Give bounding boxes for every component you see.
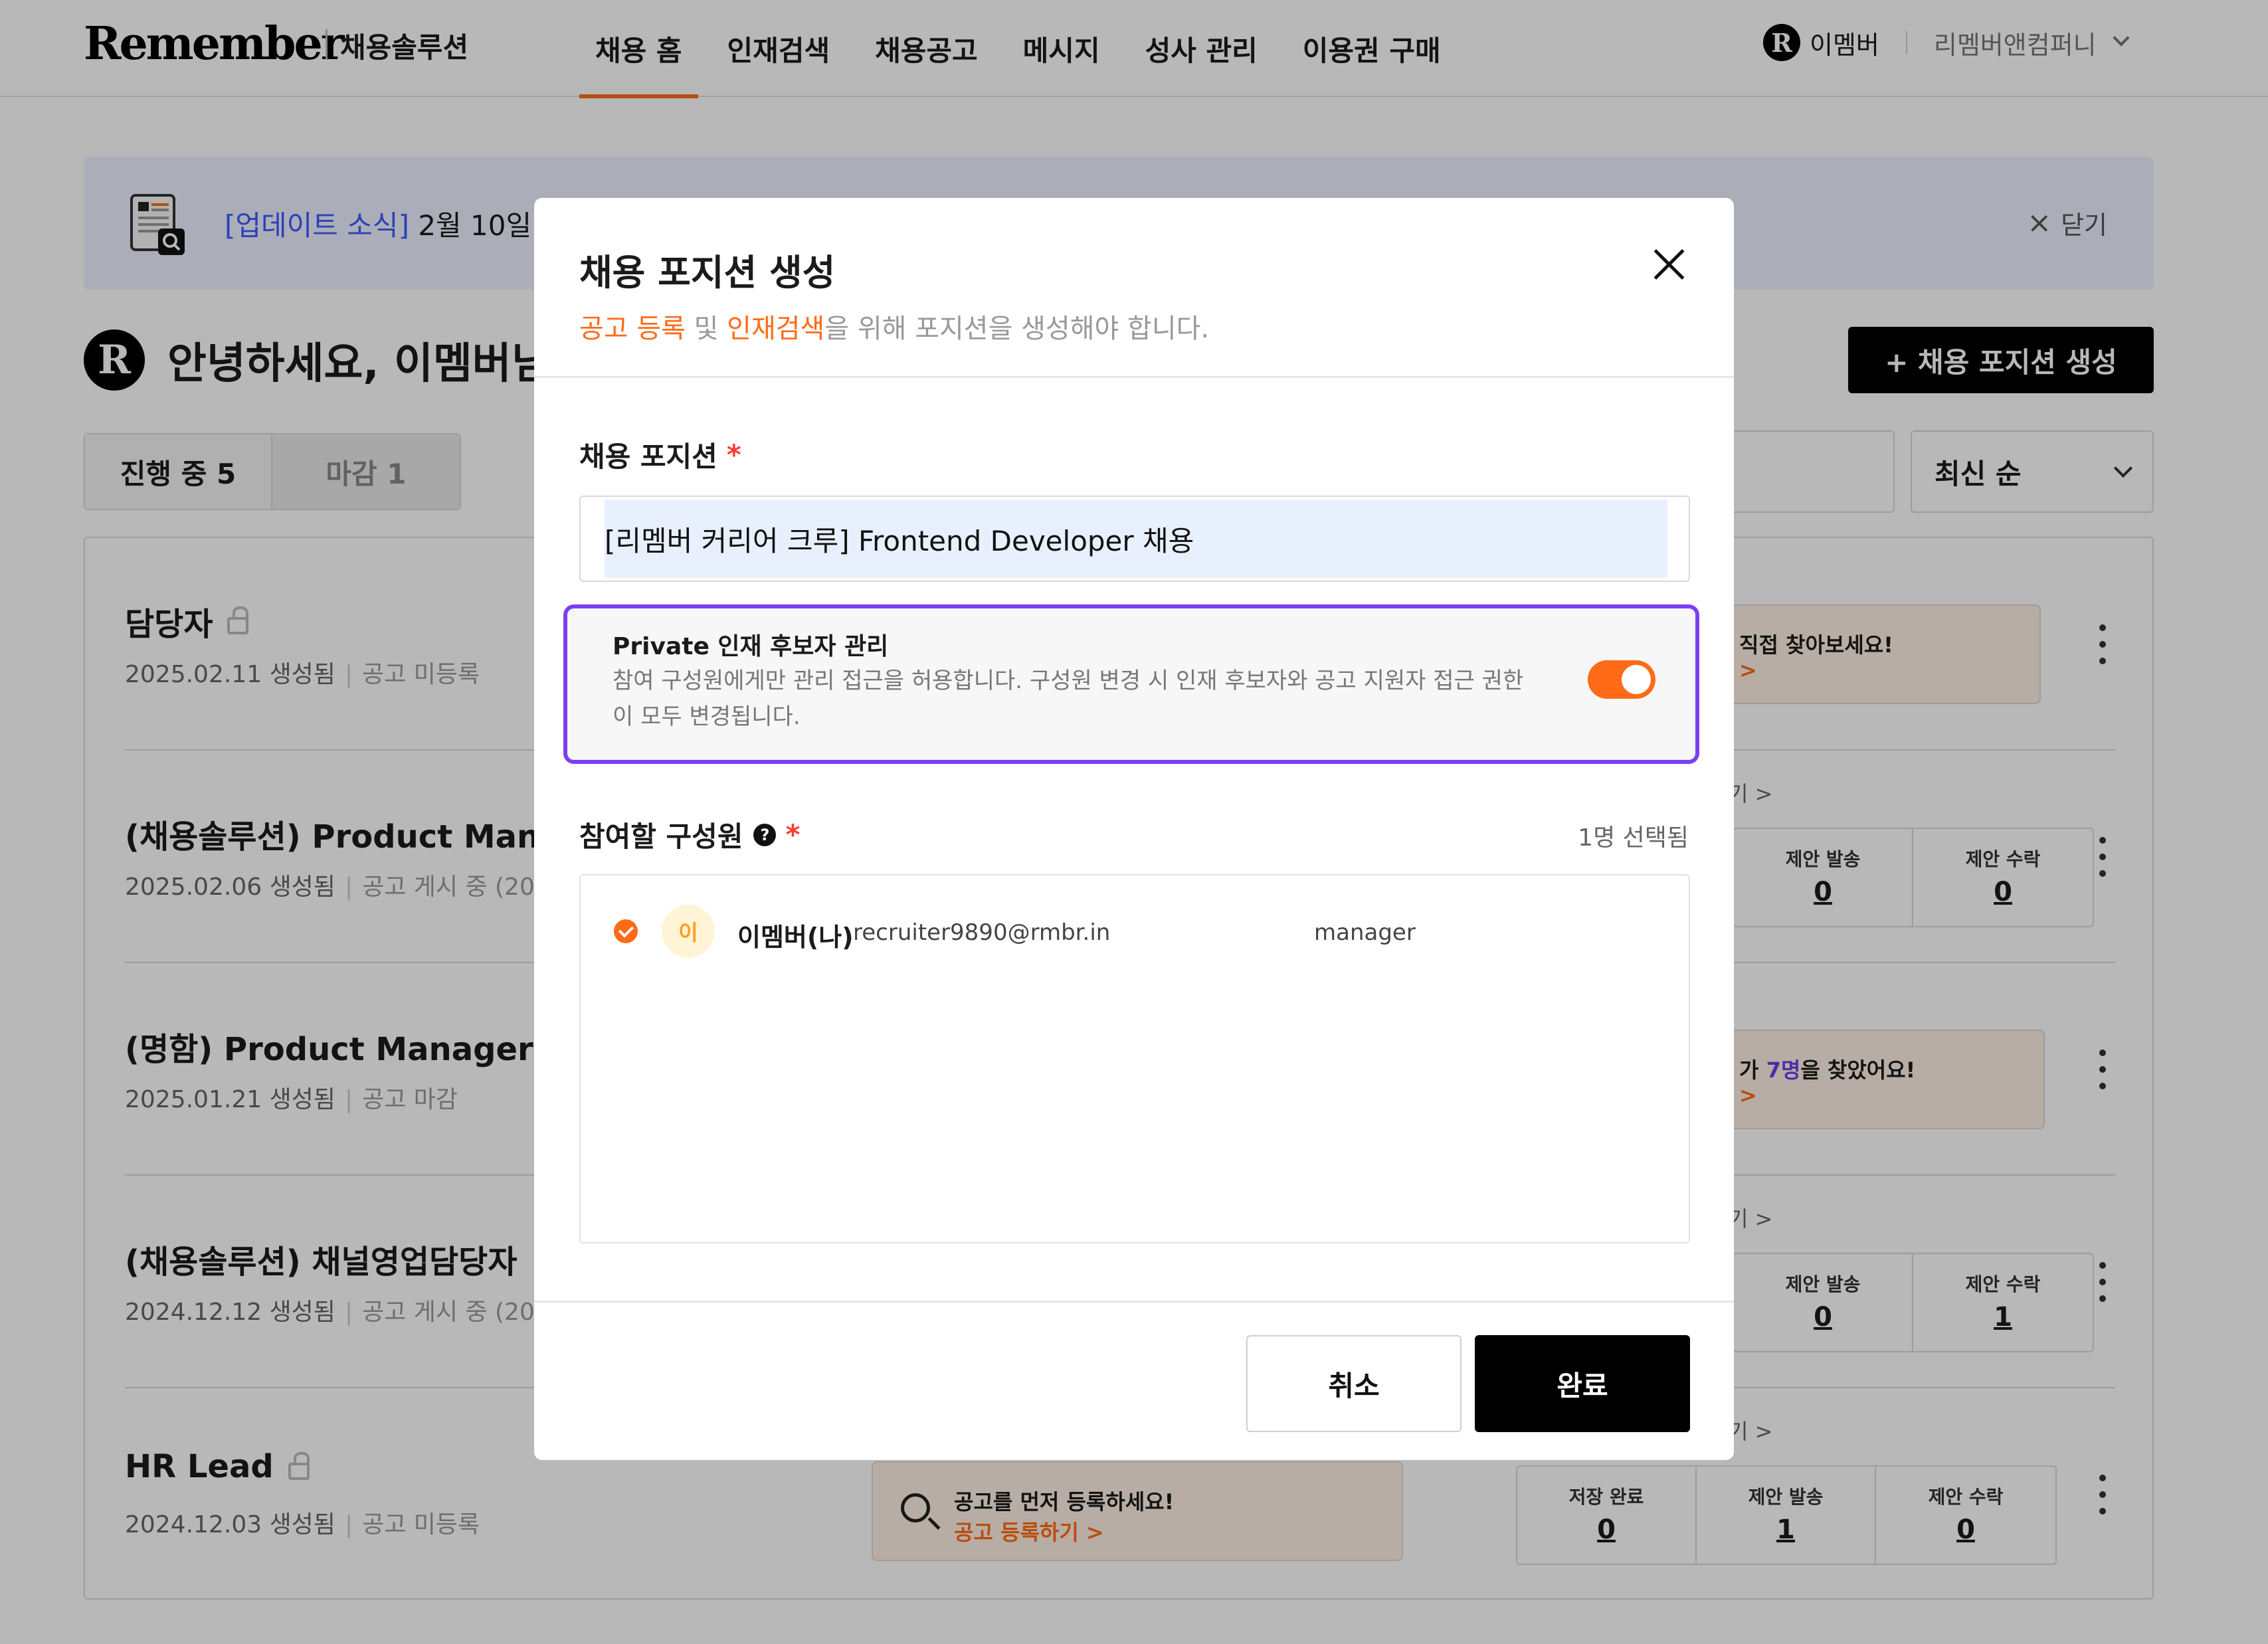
modal-footer-divider <box>534 1301 1734 1303</box>
modal-title: 채용 포지션 생성 <box>579 252 836 294</box>
member-list: 이 이멤버(나) recruiter9890@rmbr.in manager <box>579 874 1690 1243</box>
private-talent-panel: Private 인재 후보자 관리 참여 구성원에게만 관리 접근을 허용합니다… <box>563 604 1699 764</box>
required-mark: * <box>785 818 801 851</box>
subtitle-search-link: 인재검색 <box>727 314 825 344</box>
confirm-button[interactable]: 완료 <box>1475 1335 1690 1432</box>
members-label: 참여할 구성원? * <box>579 818 801 853</box>
private-title: Private 인재 후보자 관리 <box>613 633 889 660</box>
position-name-input[interactable] <box>605 500 1667 578</box>
member-name: 이멤버(나) <box>737 923 854 952</box>
modal-subtitle: 공고 등록 및 인재검색을 위해 포지션을 생성해야 합니다. <box>579 314 1210 344</box>
check-circle-icon[interactable] <box>614 919 638 943</box>
toggle-knob <box>1622 665 1651 694</box>
subtitle-posting-link: 공고 등록 <box>579 314 686 344</box>
modal-header-divider <box>534 376 1734 378</box>
create-position-modal: 채용 포지션 생성 공고 등록 및 인재검색을 위해 포지션을 생성해야 합니다… <box>534 198 1734 1460</box>
selected-count: 1명 선택됨 <box>1578 824 1689 852</box>
position-label: 채용 포지션 * <box>579 438 741 473</box>
position-name-field[interactable] <box>579 496 1690 582</box>
close-icon[interactable] <box>1649 244 1689 284</box>
required-mark: * <box>726 438 741 471</box>
help-icon[interactable]: ? <box>753 823 777 846</box>
avatar: 이 <box>662 905 715 958</box>
member-role: manager <box>1314 919 1416 946</box>
private-toggle[interactable] <box>1588 660 1655 699</box>
member-row[interactable]: 이 이멤버(나) recruiter9890@rmbr.in manager <box>581 899 1691 963</box>
private-description: 참여 구성원에게만 관리 접근을 허용합니다. 구성원 변경 시 인재 후보자와… <box>613 668 1524 730</box>
member-email: recruiter9890@rmbr.in <box>853 919 1111 946</box>
cancel-button[interactable]: 취소 <box>1246 1335 1462 1432</box>
